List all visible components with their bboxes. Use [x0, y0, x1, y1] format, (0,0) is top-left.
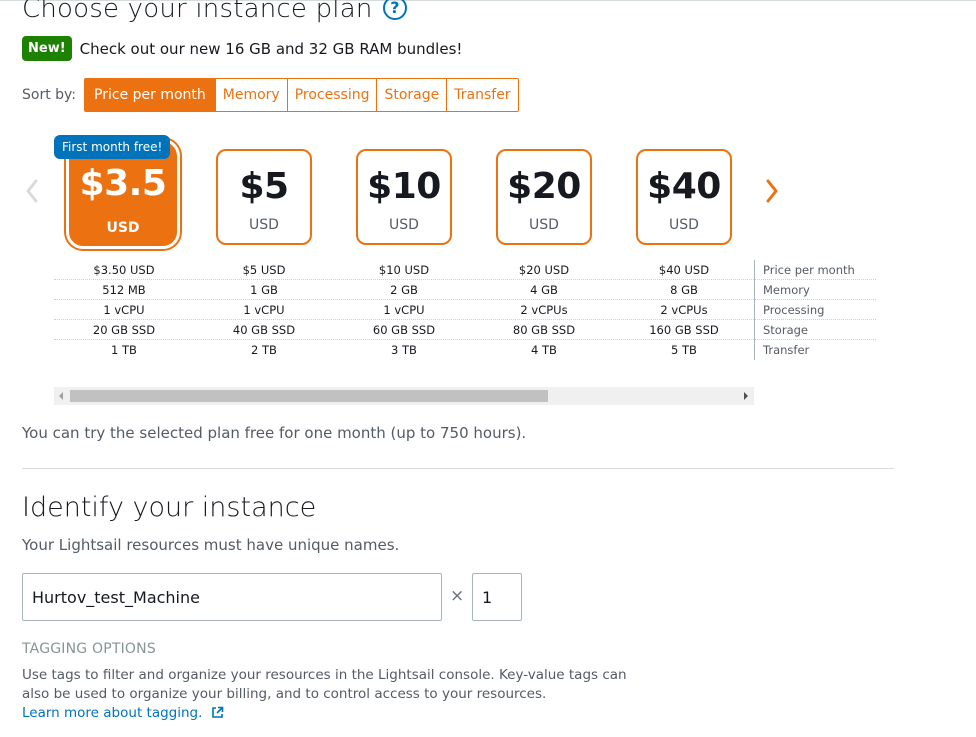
spec-cell: 1 vCPU: [103, 303, 145, 317]
spec-label-storage: Storage: [754, 320, 876, 340]
scroll-left-arrow-icon[interactable]: [59, 392, 63, 400]
sort-segmented-control: Price per month Memory Processing Storag…: [84, 78, 519, 112]
plan-card-5[interactable]: $5 USD: [216, 149, 312, 245]
new-bundles-banner: New! Check out our new 16 GB and 32 GB R…: [22, 36, 462, 61]
plan-currency: USD: [249, 217, 279, 233]
spec-cell: $20 USD: [518, 263, 570, 277]
identify-section-subtitle: Your Lightsail resources must have uniqu…: [22, 536, 400, 554]
learn-more-tagging-text[interactable]: Learn more about tagging.: [22, 705, 202, 721]
plan-currency: USD: [106, 220, 140, 236]
plan-currency: USD: [669, 217, 699, 233]
instance-quantity-input[interactable]: [472, 573, 522, 621]
sort-label: Sort by:: [22, 87, 77, 103]
plan-spec-table: $3.50 USD $5 USD $10 USD $20 USD $40 USD…: [54, 260, 876, 360]
spec-cell: 60 GB SSD: [372, 323, 436, 337]
tagging-description: Use tags to filter and organize your res…: [22, 667, 627, 702]
spec-row-transfer: 1 TB 2 TB 3 TB 4 TB 5 TB Transfer: [54, 340, 876, 360]
spec-label-price: Price per month: [754, 260, 876, 280]
plan-card-10[interactable]: $10 USD: [356, 149, 452, 245]
spec-cell: 1 TB: [111, 343, 137, 357]
horizontal-scrollbar[interactable]: [54, 387, 754, 405]
sort-option-price[interactable]: Price per month: [85, 79, 215, 111]
spec-cell: $5 USD: [242, 263, 286, 277]
external-link-icon: [211, 706, 224, 718]
plan-price: $10: [367, 166, 441, 207]
new-bundles-text: Check out our new 16 GB and 32 GB RAM bu…: [79, 39, 463, 58]
page-title: Choose your instance plan ?: [22, 0, 407, 24]
spec-cell: 80 GB SSD: [512, 323, 576, 337]
learn-more-tagging-link[interactable]: Learn more about tagging.: [22, 705, 224, 721]
sort-option-transfer[interactable]: Transfer: [446, 79, 517, 111]
free-trial-note: You can try the selected plan free for o…: [22, 424, 527, 442]
first-month-free-badge: First month free!: [54, 135, 171, 159]
identify-section-title: Identify your instance: [22, 492, 317, 523]
new-badge: New!: [22, 36, 72, 61]
tagging-options-heading: TAGGING OPTIONS: [22, 641, 156, 657]
spec-cell: $40 USD: [658, 263, 710, 277]
spec-cell: $10 USD: [378, 263, 430, 277]
spec-label-processing: Processing: [754, 300, 876, 320]
spec-row-memory: 512 MB 1 GB 2 GB 4 GB 8 GB Memory: [54, 280, 876, 300]
chevron-left-icon[interactable]: [22, 176, 42, 206]
spec-cell: 20 GB SSD: [92, 323, 156, 337]
spec-cell: 2 GB: [390, 283, 418, 297]
spec-cell: 40 GB SSD: [232, 323, 296, 337]
plan-card-40[interactable]: $40 USD: [636, 149, 732, 245]
multiply-sign: ×: [450, 586, 465, 606]
sort-control: Sort by: Price per month Memory Processi…: [22, 78, 519, 112]
spec-cell: 1 GB: [250, 283, 278, 297]
spec-cell: 2 vCPUs: [520, 303, 568, 317]
instance-name-input[interactable]: [22, 573, 442, 621]
plan-price: $3.5: [79, 163, 167, 204]
plan-card-20[interactable]: $20 USD: [496, 149, 592, 245]
spec-cell: 1 vCPU: [383, 303, 425, 317]
plan-price: $5: [239, 166, 289, 207]
sort-option-processing[interactable]: Processing: [286, 79, 377, 111]
spec-cell: 8 GB: [670, 283, 698, 297]
plan-section-title: Choose your instance plan: [22, 0, 373, 24]
sort-option-memory[interactable]: Memory: [214, 79, 287, 111]
section-divider: [22, 468, 894, 469]
spec-cell: $3.50 USD: [93, 263, 155, 277]
spec-cell: 3 TB: [391, 343, 417, 357]
plan-currency: USD: [529, 217, 559, 233]
spec-cell: 4 GB: [530, 283, 558, 297]
spec-row-price: $3.50 USD $5 USD $10 USD $20 USD $40 USD…: [54, 260, 876, 280]
chevron-right-icon[interactable]: [762, 176, 782, 206]
spec-cell: 160 GB SSD: [649, 323, 719, 337]
scroll-right-arrow-icon[interactable]: [744, 392, 748, 400]
spec-cell: 1 vCPU: [243, 303, 285, 317]
sort-option-storage[interactable]: Storage: [376, 79, 446, 111]
scrollbar-thumb[interactable]: [70, 390, 548, 402]
plan-price: $20: [507, 166, 581, 207]
spec-label-transfer: Transfer: [754, 340, 876, 360]
plan-price: $40: [647, 166, 721, 207]
help-circle-icon[interactable]: ?: [383, 0, 407, 20]
spec-label-memory: Memory: [754, 280, 876, 300]
spec-cell: 2 vCPUs: [660, 303, 708, 317]
spec-cell: 2 TB: [251, 343, 277, 357]
spec-row-processing: 1 vCPU 1 vCPU 1 vCPU 2 vCPUs 2 vCPUs Pro…: [54, 300, 876, 320]
spec-cell: 5 TB: [671, 343, 697, 357]
spec-cell: 512 MB: [102, 283, 146, 297]
spec-cell: 4 TB: [531, 343, 557, 357]
spec-row-storage: 20 GB SSD 40 GB SSD 60 GB SSD 80 GB SSD …: [54, 320, 876, 340]
plan-currency: USD: [389, 217, 419, 233]
